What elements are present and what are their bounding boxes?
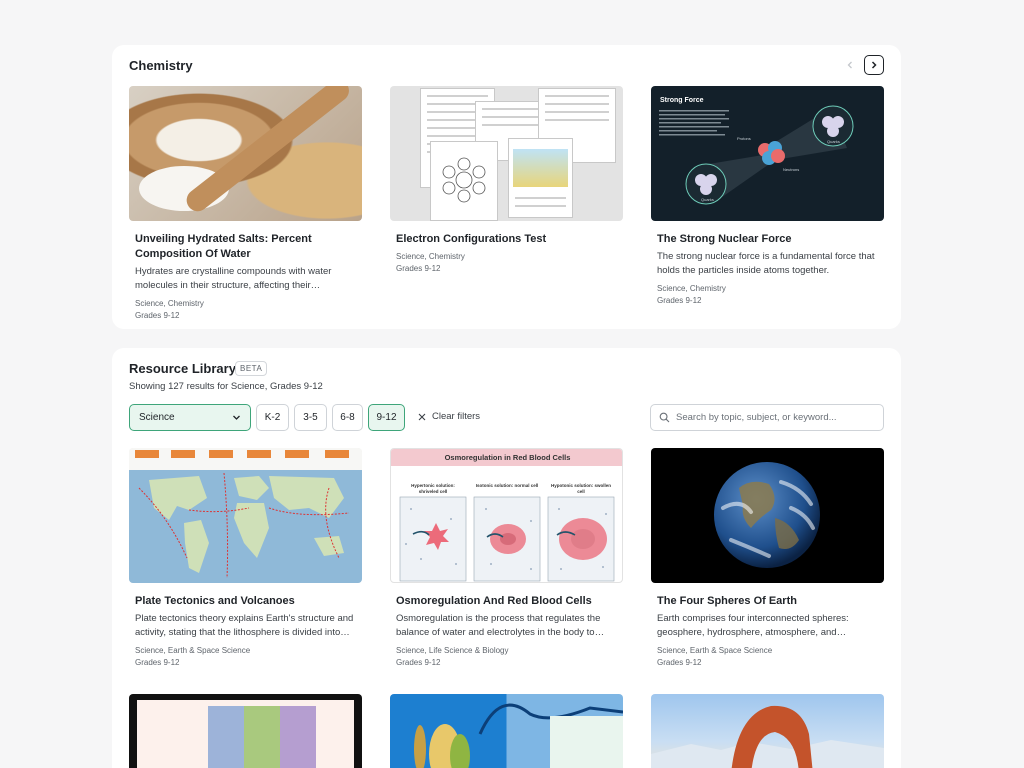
- section-title: Resource Library: [129, 361, 236, 376]
- card-thumbnail: Strong Force Protons Neutrons Quarks Qua…: [651, 86, 884, 221]
- card-thumbnail: [129, 448, 362, 583]
- card-thumbnail: [651, 448, 884, 583]
- thumb-label: Neutrons: [783, 167, 800, 172]
- grade-chip-k2[interactable]: K-2: [256, 404, 289, 431]
- subject-select[interactable]: Science: [129, 404, 251, 431]
- card-title: Osmoregulation And Red Blood Cells: [396, 595, 592, 607]
- card-description: Earth comprises four interconnected sphe…: [657, 613, 849, 638]
- thumb-label: Protons: [737, 136, 751, 141]
- card-subject: Science, Chemistry: [396, 252, 465, 261]
- card-grades: Grades 9-12: [657, 296, 702, 305]
- grade-chip-6-8[interactable]: 6-8: [332, 404, 363, 431]
- resource-card[interactable]: The Four Spheres Of Earth Earth comprise…: [651, 448, 884, 669]
- close-icon: [418, 413, 426, 420]
- clear-filters-button[interactable]: Clear filters: [418, 411, 480, 422]
- card-title: Electron Configurations Test: [396, 233, 547, 245]
- resource-card[interactable]: Strong Force Protons Neutrons Quarks Qua…: [651, 86, 884, 307]
- card-title: The Four Spheres Of Earth: [657, 595, 797, 607]
- chevron-right-icon: [871, 61, 877, 69]
- grade-chip-3-5[interactable]: 3-5: [294, 404, 327, 431]
- card-thumbnail: [390, 86, 623, 221]
- card-thumbnail: [129, 86, 362, 221]
- resource-library-section: Resource Library BETA Showing 127 result…: [112, 348, 901, 768]
- resource-card[interactable]: Electron Configurations Test Science, Ch…: [390, 86, 623, 275]
- card-grades: Grades 9-12: [396, 658, 441, 667]
- card-thumbnail[interactable]: [129, 694, 362, 768]
- card-description: The strong nuclear force is a fundamenta…: [657, 251, 875, 276]
- carousel-next-button[interactable]: [864, 55, 884, 75]
- card-title: Plate Tectonics and Volcanoes: [135, 595, 295, 607]
- card-subject: Science, Chemistry: [135, 299, 204, 308]
- clear-filters-label: Clear filters: [432, 411, 481, 422]
- card-description: Osmoregulation is the process that regul…: [396, 613, 605, 638]
- card-thumbnail[interactable]: [651, 694, 884, 768]
- resource-card[interactable]: Osmoregulation in Red Blood Cells Hypert…: [390, 448, 623, 669]
- resource-card[interactable]: Unveiling Hydrated Salts: Percent Compos…: [129, 86, 362, 322]
- carousel-prev-button[interactable]: [840, 55, 860, 75]
- card-subject: Science, Chemistry: [657, 284, 726, 293]
- card-description: Hydrates are crystalline compounds with …: [135, 266, 332, 291]
- chemistry-section: Chemistry Unveiling Hydrated Salts: Perc…: [112, 45, 901, 329]
- thumb-label: Quarks: [827, 139, 840, 144]
- card-title: Unveiling Hydrated Salts: Percent Compos…: [135, 233, 312, 260]
- search-icon: [659, 412, 670, 423]
- card-grades: Grades 9-12: [135, 311, 180, 320]
- chevron-left-icon: [847, 61, 852, 69]
- grade-chip-9-12[interactable]: 9-12: [368, 404, 405, 431]
- chevron-down-icon: [233, 415, 240, 420]
- card-subject: Science, Earth & Space Science: [135, 646, 251, 655]
- section-title: Chemistry: [129, 58, 193, 73]
- search-input[interactable]: [676, 412, 866, 423]
- card-description: Plate tectonics theory explains Earth's …: [135, 613, 354, 638]
- card-subject: Science, Life Science & Biology: [396, 646, 509, 655]
- subject-select-value: Science: [139, 412, 175, 423]
- card-grades: Grades 9-12: [396, 264, 441, 273]
- card-thumbnail[interactable]: [390, 694, 623, 768]
- card-grades: Grades 9-12: [657, 658, 702, 667]
- beta-badge: BETA: [235, 361, 268, 376]
- card-title: The Strong Nuclear Force: [657, 233, 792, 245]
- results-summary: Showing 127 results for Science, Grades …: [129, 381, 323, 392]
- card-grades: Grades 9-12: [135, 658, 180, 667]
- card-subject: Science, Earth & Space Science: [657, 646, 773, 655]
- search-box[interactable]: [650, 404, 884, 431]
- thumb-label: Quarks: [701, 197, 714, 202]
- carousel-nav: [840, 55, 884, 75]
- card-thumbnail: Osmoregulation in Red Blood Cells Hypert…: [390, 448, 623, 583]
- resource-card[interactable]: Plate Tectonics and Volcanoes Plate tect…: [129, 448, 362, 669]
